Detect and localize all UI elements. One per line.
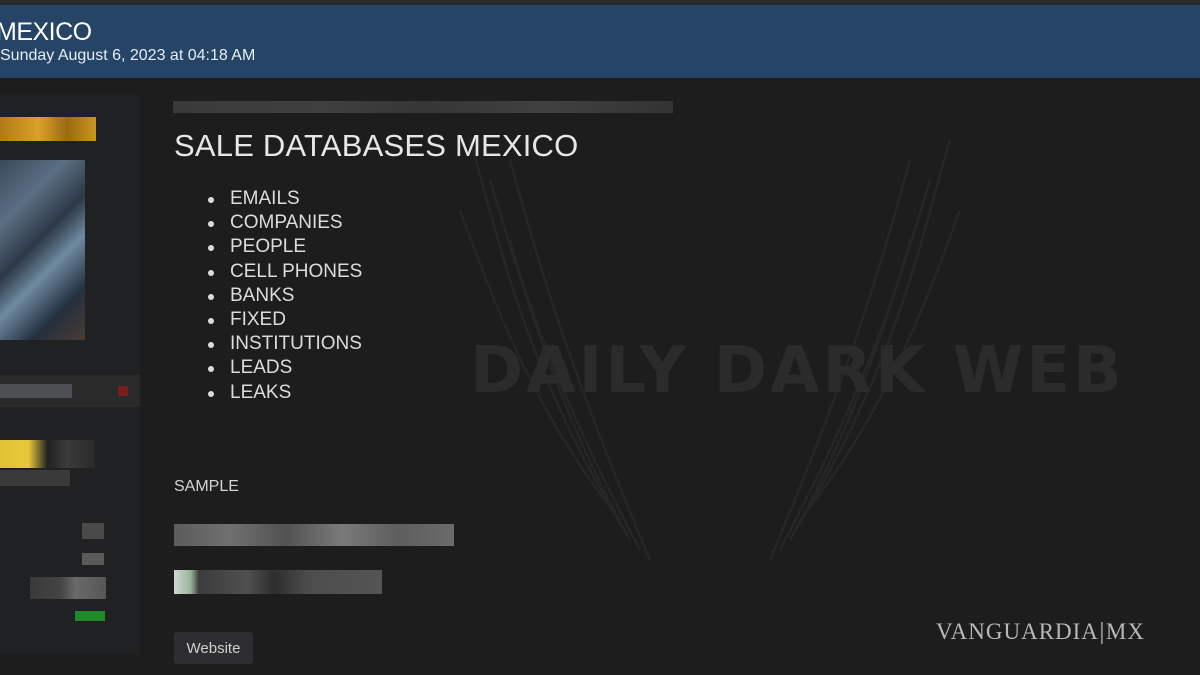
list-item: LEAKS (205, 381, 362, 405)
list-item: EMAILS (205, 187, 362, 211)
list-item: PEOPLE (205, 235, 362, 259)
list-item: CELL PHONES (205, 260, 362, 284)
list-item: BANKS (205, 284, 362, 308)
database-list: EMAILS COMPANIES PEOPLE CELL PHONES BANK… (205, 187, 362, 405)
brand-logo: VANGUARDIA|MX (936, 618, 1145, 645)
forum-thread-page: MEXICO Sunday August 6, 2023 at 04:18 AM… (0, 0, 1200, 675)
list-item: FIXED (205, 308, 362, 332)
website-button[interactable]: Website (174, 632, 253, 664)
post-meta-redacted (173, 101, 673, 113)
sample-contact-redacted[interactable] (174, 570, 382, 594)
sample-label: SAMPLE (174, 478, 239, 495)
brand-name: VANGUARDIA (936, 619, 1099, 644)
sample-link-redacted[interactable] (174, 524, 454, 546)
post-title: SALE DATABASES MEXICO (174, 128, 579, 163)
brand-separator: | (1098, 618, 1106, 644)
brand-suffix: MX (1105, 619, 1145, 644)
list-item: INSTITUTIONS (205, 332, 362, 356)
post-content: SALE DATABASES MEXICO EMAILS COMPANIES P… (0, 0, 1200, 675)
list-item: LEADS (205, 356, 362, 380)
list-item: COMPANIES (205, 211, 362, 235)
